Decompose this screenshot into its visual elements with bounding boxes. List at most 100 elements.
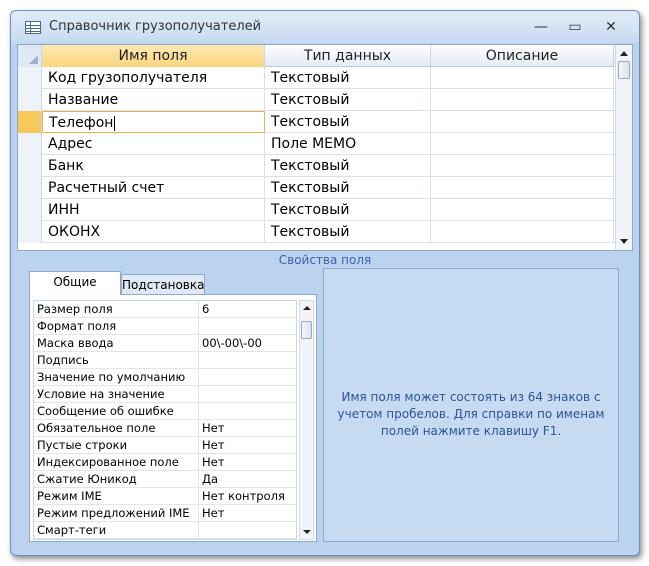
data-type-cell[interactable]: Текстовый [265, 89, 431, 111]
property-row[interactable]: Размер поля 6 [34, 301, 296, 318]
select-all-corner[interactable] [18, 45, 42, 67]
properties-panel: Размер поля 6 Формат поля Маска ввода 00\-00… [29, 294, 317, 542]
property-label: Смарт-теги [34, 522, 199, 539]
property-value[interactable]: Нет [199, 420, 296, 437]
field-name-cell[interactable]: ОКОНХ [42, 221, 265, 243]
table-row[interactable]: Телефон Текстовый [18, 111, 616, 133]
field-name-cell[interactable]: Название [42, 89, 265, 111]
property-label: Сообщение об ошибке [34, 403, 199, 420]
data-type-cell[interactable]: Текстовый [265, 155, 431, 177]
data-type-cell[interactable]: Текстовый [265, 199, 431, 221]
property-value[interactable]: Нет [199, 454, 296, 471]
row-selector[interactable] [18, 133, 42, 155]
property-value[interactable] [199, 386, 296, 403]
row-selector[interactable] [18, 221, 42, 243]
property-value[interactable]: Нет [199, 437, 296, 454]
properties-scrollbar[interactable] [299, 300, 314, 540]
scroll-down-icon[interactable] [303, 530, 311, 534]
property-value[interactable]: Нет контроля [199, 488, 296, 505]
description-cell[interactable] [431, 221, 614, 243]
property-row[interactable]: Обязательное поле Нет [34, 420, 296, 437]
property-value[interactable] [199, 352, 296, 369]
row-selector[interactable] [18, 155, 42, 177]
description-cell[interactable] [431, 89, 614, 111]
field-properties-title: Свойства поля [278, 253, 372, 267]
property-row[interactable]: Формат поля [34, 318, 296, 335]
property-row[interactable]: Маска ввода 00\-00\-00 [34, 335, 296, 352]
property-value[interactable] [199, 522, 296, 539]
property-label: Режим IME [34, 488, 199, 505]
field-name-cell[interactable]: Адрес [42, 133, 265, 155]
maximize-button[interactable]: ▭ [565, 19, 585, 35]
table-design-window: Справочник грузополучателей — ▭ ✕ Имя по… [10, 10, 640, 556]
scroll-thumb[interactable] [301, 321, 312, 339]
property-row[interactable]: Сжатие Юникод Да [34, 471, 296, 488]
property-value[interactable]: 00\-00\-00 [199, 335, 296, 352]
row-selector[interactable] [18, 89, 42, 111]
table-row[interactable]: Банк Текстовый [18, 155, 616, 177]
property-row[interactable]: Пустые строки Нет [34, 437, 296, 454]
property-row[interactable]: Режим предложений IME Нет [34, 505, 296, 522]
data-type-cell[interactable]: Текстовый [265, 177, 431, 199]
table-row[interactable]: ИНН Текстовый [18, 199, 616, 221]
scroll-up-icon[interactable] [620, 51, 628, 56]
scroll-thumb[interactable] [618, 61, 630, 79]
row-selector[interactable] [18, 67, 42, 89]
property-row[interactable]: Режим IME Нет контроля [34, 488, 296, 505]
property-row[interactable]: Сообщение об ошибке [34, 403, 296, 420]
data-type-cell[interactable]: Поле МЕМО [265, 133, 431, 155]
field-name-cell[interactable]: ИНН [42, 199, 265, 221]
data-type-cell[interactable]: Текстовый [265, 111, 431, 133]
row-selector[interactable] [18, 177, 42, 199]
property-row[interactable]: Подпись [34, 352, 296, 369]
tab-general[interactable]: Общие [29, 271, 121, 295]
row-selector[interactable] [18, 199, 42, 221]
table-row[interactable]: ОКОНХ Текстовый [18, 221, 616, 243]
property-value[interactable] [199, 369, 296, 386]
description-cell[interactable] [431, 111, 614, 133]
column-header-description[interactable]: Описание [431, 45, 614, 67]
field-name-cell[interactable]: Код грузополучателя [42, 67, 265, 89]
field-name-cell[interactable]: Телефон [42, 111, 265, 133]
table-row[interactable]: Адрес Поле МЕМО [18, 133, 616, 155]
tab-lookup[interactable]: Подстановка [121, 274, 205, 296]
property-label: Подпись [34, 352, 199, 369]
property-label: Маска ввода [34, 335, 199, 352]
column-header-field-name[interactable]: Имя поля [42, 45, 265, 67]
property-value[interactable]: Да [199, 471, 296, 488]
minimize-button[interactable]: — [531, 19, 551, 35]
description-cell[interactable] [431, 199, 614, 221]
description-cell[interactable] [431, 133, 614, 155]
scroll-down-icon[interactable] [620, 239, 628, 244]
property-row[interactable]: Смарт-теги [34, 522, 296, 539]
description-cell[interactable] [431, 177, 614, 199]
field-name-cell[interactable]: Расчетный счет [42, 177, 265, 199]
property-label: Сжатие Юникод [34, 471, 199, 488]
title-bar[interactable]: Справочник грузополучателей — ▭ ✕ [11, 11, 639, 43]
property-value[interactable] [199, 403, 296, 420]
field-name-cell[interactable]: Банк [42, 155, 265, 177]
description-cell[interactable] [431, 155, 614, 177]
table-row[interactable]: Код грузополучателя Текстовый [18, 67, 616, 89]
description-cell[interactable] [431, 67, 614, 89]
property-value[interactable]: 6 [199, 301, 296, 318]
property-label: Формат поля [34, 318, 199, 335]
grid-vertical-scrollbar[interactable] [615, 45, 632, 250]
help-text: Имя поля может состоять из 64 знаков с у… [337, 390, 605, 438]
table-row[interactable]: Название Текстовый [18, 89, 616, 111]
data-type-cell[interactable]: Текстовый [265, 221, 431, 243]
property-row[interactable]: Значение по умолчанию [34, 369, 296, 386]
close-button[interactable]: ✕ [601, 19, 621, 35]
property-value[interactable]: Нет [199, 505, 296, 522]
property-label: Обязательное поле [34, 420, 199, 437]
property-row[interactable]: Индексированное поле Нет [34, 454, 296, 471]
data-type-cell[interactable]: Текстовый [265, 67, 431, 89]
row-selector[interactable] [18, 111, 42, 133]
property-label: Значение по умолчанию [34, 369, 199, 386]
column-header-data-type[interactable]: Тип данных [265, 45, 431, 67]
table-row[interactable]: Расчетный счет Текстовый [18, 177, 616, 199]
text-caret [114, 115, 116, 131]
scroll-up-icon[interactable] [303, 306, 311, 310]
property-value[interactable] [199, 318, 296, 335]
property-row[interactable]: Условие на значение [34, 386, 296, 403]
